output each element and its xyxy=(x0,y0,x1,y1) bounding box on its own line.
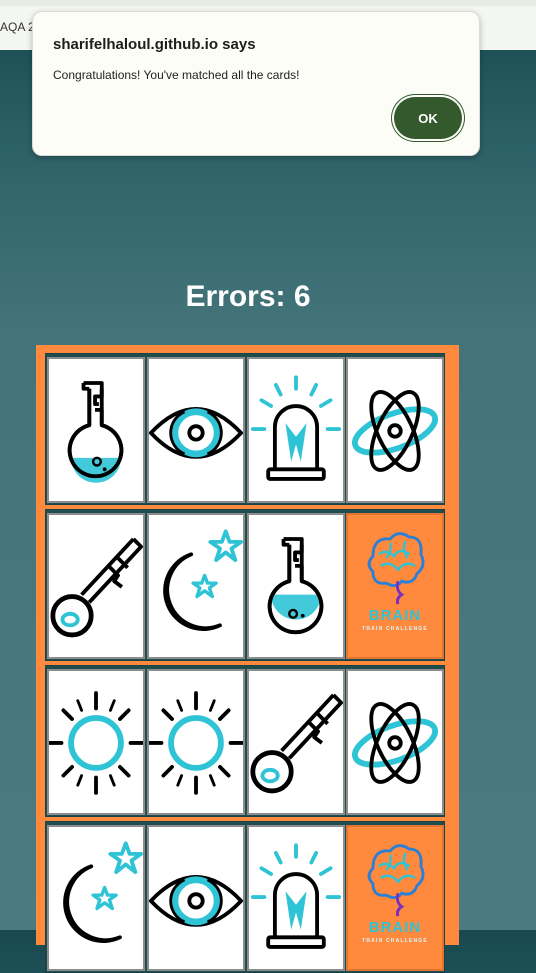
card-atom[interactable] xyxy=(346,669,444,815)
errors-counter: Errors: 6 xyxy=(185,280,311,313)
card-flask[interactable] xyxy=(47,357,145,503)
card-alarm-light[interactable] xyxy=(247,357,345,503)
card-alarm-light[interactable] xyxy=(247,825,345,971)
eye-icon xyxy=(149,875,243,927)
moon-stars-icon xyxy=(163,529,243,631)
brain-logo-icon xyxy=(367,844,425,917)
brain-logo-title: BRAIN xyxy=(368,919,422,936)
card-key[interactable] xyxy=(47,513,145,659)
brain-logo-icon xyxy=(367,532,425,605)
atom-icon xyxy=(352,702,438,784)
game-board: BRAIN TRAIN CHALLENGE BRAIN TRAIN CHALLE… xyxy=(36,345,459,973)
tab-title-fragment[interactable]: AQA 2 xyxy=(0,20,35,34)
sun-icon xyxy=(49,691,143,795)
flask-icon xyxy=(267,537,324,635)
eye-icon xyxy=(149,407,243,459)
key-icon xyxy=(250,693,343,794)
dialog-title: sharifelhaloul.github.io says xyxy=(53,36,256,53)
card-moon-stars[interactable] xyxy=(47,825,145,971)
alert-dialog: sharifelhaloul.github.io says Congratula… xyxy=(32,11,480,156)
card-back[interactable]: BRAIN TRAIN CHALLENGE xyxy=(346,825,444,971)
board-row xyxy=(45,665,445,817)
flask-icon xyxy=(67,381,124,483)
card-moon-stars[interactable] xyxy=(147,513,245,659)
atom-icon xyxy=(352,390,438,472)
card-eye[interactable] xyxy=(147,825,245,971)
brain-logo-subtitle: TRAIN CHALLENGE xyxy=(362,938,428,944)
board-row: BRAIN TRAIN CHALLENGE xyxy=(45,821,445,973)
alarm-light-icon xyxy=(250,843,342,949)
card-back[interactable]: BRAIN TRAIN CHALLENGE xyxy=(346,513,444,659)
ok-button[interactable]: OK xyxy=(394,97,462,139)
moon-stars-icon xyxy=(63,841,143,943)
key-icon xyxy=(50,537,143,638)
card-sun[interactable] xyxy=(147,669,245,815)
card-key[interactable] xyxy=(247,669,345,815)
board-row xyxy=(45,353,445,505)
brain-logo-subtitle: TRAIN CHALLENGE xyxy=(362,626,428,632)
card-flask[interactable] xyxy=(247,513,345,659)
sun-icon xyxy=(149,691,243,795)
card-sun[interactable] xyxy=(47,669,145,815)
card-atom[interactable] xyxy=(346,357,444,503)
card-eye[interactable] xyxy=(147,357,245,503)
board-row: BRAIN TRAIN CHALLENGE xyxy=(45,509,445,661)
alarm-light-icon xyxy=(250,375,342,481)
dialog-message: Congratulations! You've matched all the … xyxy=(53,68,300,82)
brain-logo-title: BRAIN xyxy=(368,607,422,624)
